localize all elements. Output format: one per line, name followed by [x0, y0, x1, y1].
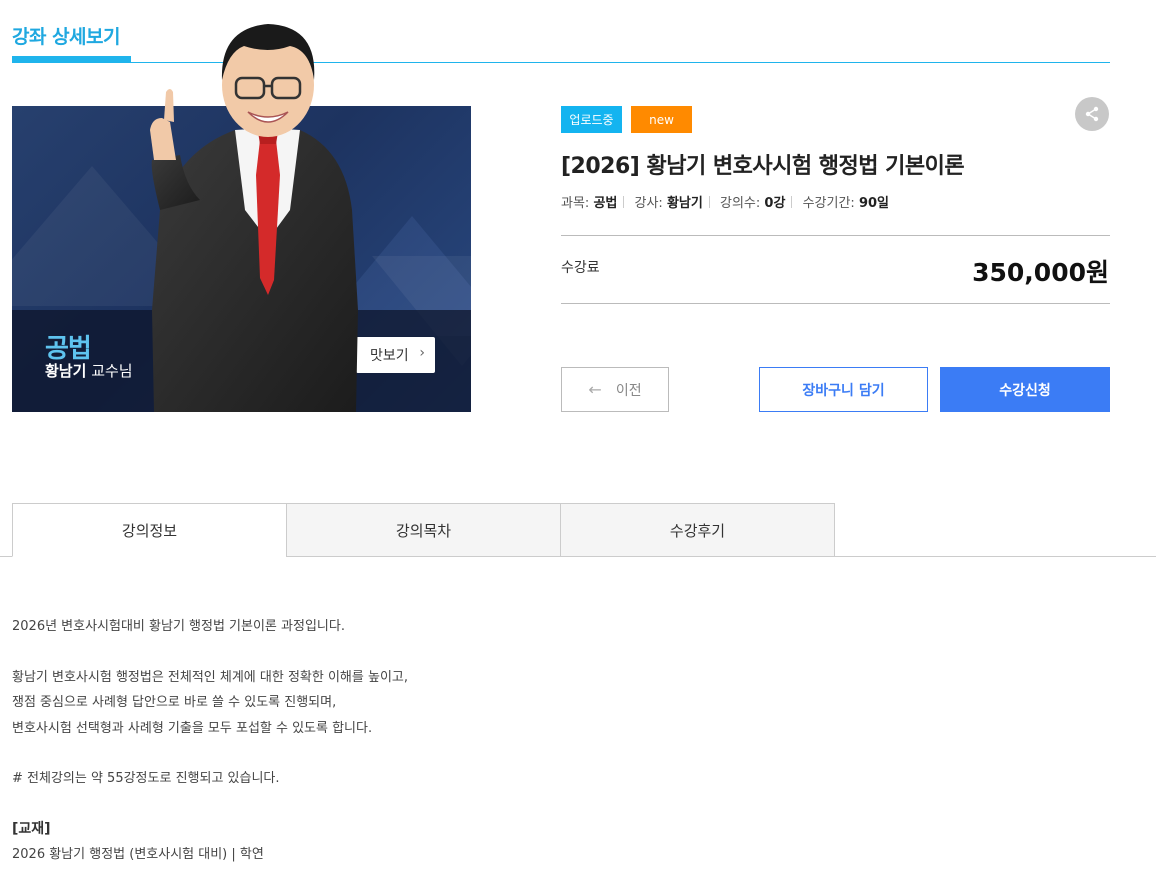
chevron-right-icon: ›	[419, 345, 425, 361]
meta-lectures-label: 강의수:	[720, 196, 761, 211]
tab-label: 강의정보	[121, 521, 178, 540]
professor-photo	[150, 24, 358, 412]
prev-button[interactable]: ← 이전	[561, 367, 669, 412]
divider	[561, 235, 1110, 236]
textbook-heading: [교재]	[12, 820, 51, 837]
meta-teacher-value: 황남기	[666, 196, 703, 211]
description-note: # 전체강의는 약 55강정도로 진행되고 있습니다.	[12, 771, 280, 786]
preview-button-label: 맛보기	[370, 348, 409, 364]
tab-course-info[interactable]: 강의정보	[12, 503, 287, 557]
course-title: [2026] 황남기 변호사시험 행정법 기본이론	[561, 154, 965, 179]
description-line: 황남기 변호사시험 행정법은 전체적인 체계에 대한 정확한 이해를 높이고,	[12, 669, 408, 685]
professor-suffix: 교수님	[91, 362, 133, 380]
description-intro: 2026년 변호사시험대비 황남기 행정법 기본이론 과정입니다.	[12, 619, 345, 634]
divider	[561, 303, 1110, 304]
description-line: 변호사시험 선택형과 사례형 기출을 모두 포섭할 수 있도록 합니다.	[12, 720, 373, 736]
meta-teacher-label: 강사:	[634, 196, 663, 211]
share-button[interactable]	[1075, 97, 1109, 131]
tab-label: 수강후기	[669, 521, 726, 540]
add-to-cart-button[interactable]: 장바구니 담기	[759, 367, 928, 412]
description-line: 쟁점 중심으로 사례형 답안으로 바로 쓸 수 있도록 진행되며,	[12, 695, 337, 710]
course-description: 2026년 변호사시험대비 황남기 행정법 기본이론 과정입니다. 황남기 변호…	[12, 614, 408, 868]
page-title: 강좌 상세보기	[12, 26, 121, 48]
fee-label: 수강료	[561, 260, 600, 276]
arrow-left-icon: ←	[588, 380, 602, 399]
meta-lectures-value: 0강	[764, 196, 786, 211]
professor-name: 황남기	[45, 362, 87, 380]
badge-label: new	[649, 112, 674, 127]
badge-label: 업로드중	[569, 113, 614, 127]
tab-label: 강의목차	[395, 521, 452, 540]
enroll-button-label: 수강신청	[999, 382, 1051, 399]
meta-subject-value: 공법	[593, 196, 618, 211]
meta-period-value: 90일	[858, 196, 889, 211]
tab-curriculum[interactable]: 강의목차	[286, 503, 561, 557]
status-badge-uploading: 업로드중	[561, 106, 622, 133]
share-icon	[1085, 106, 1099, 122]
cart-button-label: 장바구니 담기	[802, 382, 885, 399]
prev-button-label: 이전	[615, 382, 642, 399]
meta-period-label: 수강기간:	[802, 196, 855, 211]
enroll-button[interactable]: 수강신청	[940, 367, 1110, 412]
tab-reviews[interactable]: 수강후기	[560, 503, 835, 557]
fee-value: 350,000원	[972, 258, 1109, 287]
textbook-info: 2026 황남기 행정법 (변호사시험 대비) | 학연	[12, 847, 264, 862]
meta-subject-label: 과목:	[561, 196, 590, 211]
course-meta: 과목: 공법 강사: 황남기 강의수: 0강 수강기간: 90일	[561, 192, 889, 211]
banner-professor: 황남기 교수님	[45, 360, 133, 381]
status-badge-new: new	[631, 106, 692, 133]
